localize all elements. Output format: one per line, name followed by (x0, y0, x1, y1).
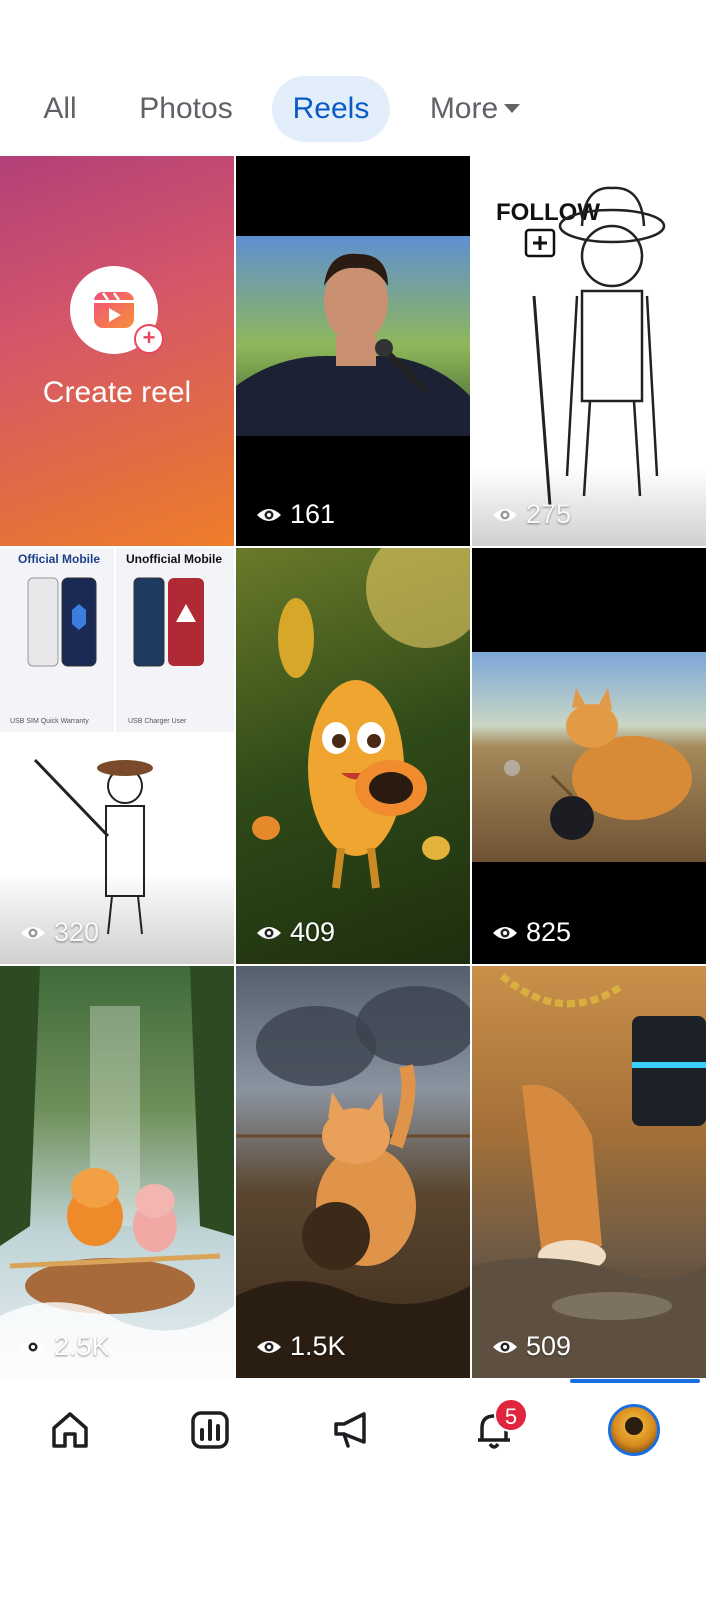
svg-text:USB SIM Quick Warranty: USB SIM Quick Warranty (10, 718, 89, 725)
reel-thumbnail[interactable]: Official Mobile Unofficial Mobile USB SI… (0, 548, 234, 964)
official-mobile-text: Official Mobile (18, 552, 100, 566)
reel-image (0, 966, 234, 1378)
view-count: 161 (256, 499, 335, 530)
eye-icon (257, 508, 281, 521)
add-icon: + (134, 324, 164, 354)
reel-thumbnail[interactable]: FOLLOW 275 (472, 156, 706, 546)
filter-tabs: All Photos Reels More (0, 76, 720, 142)
bottom-nav: 5 (0, 1380, 720, 1480)
create-reel-tile[interactable]: + Create reel (0, 156, 234, 546)
reel-image: FOLLOW (496, 186, 666, 507)
view-count-value: 509 (526, 1331, 572, 1361)
view-count-value: 1.5K (290, 1331, 346, 1361)
caret-down-icon (504, 103, 521, 113)
nav-insights[interactable] (180, 1400, 240, 1460)
reel-thumbnail[interactable]: 2.5K (0, 966, 234, 1378)
megaphone-icon (334, 1412, 366, 1448)
unofficial-mobile-text: Unofficial Mobile (126, 552, 222, 566)
reel-image (252, 548, 470, 889)
view-count-value: 161 (290, 499, 336, 529)
nav-profile[interactable] (604, 1400, 664, 1460)
view-count: 409 (256, 917, 335, 948)
svg-text:USB Charger User: USB Charger User (128, 718, 187, 725)
view-count-value: 2.5K (54, 1331, 110, 1361)
view-count: 1.5K (256, 1331, 346, 1362)
tab-photos-label: Photos (139, 92, 233, 125)
view-count: 509 (492, 1331, 571, 1362)
view-count-value: 825 (526, 917, 572, 947)
tab-reels[interactable]: Reels (272, 76, 390, 142)
eye-icon (493, 926, 517, 939)
view-count-value: 409 (290, 917, 336, 947)
reel-thumbnail[interactable]: 509 (472, 966, 706, 1378)
create-reel-label: Create reel (42, 376, 192, 409)
tab-more-label: More (429, 92, 499, 125)
profile-avatar (608, 1404, 660, 1456)
reel-image: Official Mobile Unofficial Mobile USB SI… (0, 548, 234, 935)
view-count-value: 275 (526, 499, 572, 529)
view-count: 275 (492, 499, 571, 530)
eye-icon (493, 508, 517, 521)
tab-more[interactable]: More (416, 76, 534, 142)
reel-image (236, 986, 470, 1378)
nav-promote[interactable] (322, 1400, 382, 1460)
tab-photos[interactable]: Photos (124, 76, 248, 142)
page: All Photos Reels More + Create reel 161 … (0, 0, 720, 1600)
reel-image (472, 652, 706, 862)
reel-thumbnail[interactable]: 161 (236, 156, 470, 546)
view-count: 320 (20, 917, 99, 948)
nav-home[interactable] (40, 1400, 100, 1460)
nav-notifications[interactable]: 5 (464, 1398, 528, 1460)
eye-icon (257, 1340, 281, 1353)
reel-thumbnail[interactable]: 1.5K (236, 966, 470, 1378)
reel-thumbnail[interactable]: 825 (472, 548, 706, 964)
reel-thumbnail[interactable]: 409 (236, 548, 470, 964)
eye-icon (21, 1340, 45, 1353)
notification-badge: 5 (494, 1398, 528, 1432)
reel-image (472, 973, 706, 1378)
eye-icon (21, 926, 45, 939)
reel-image (236, 236, 470, 436)
view-count-value: 320 (54, 917, 100, 947)
view-count: 2.5K (20, 1331, 110, 1362)
eye-icon (493, 1340, 517, 1353)
home-icon (52, 1412, 88, 1448)
view-count: 825 (492, 917, 571, 948)
tab-reels-label: Reels (292, 92, 370, 125)
tab-all-label: All (43, 92, 77, 125)
insights-icon (191, 1411, 229, 1449)
eye-icon (257, 926, 281, 939)
tab-all[interactable]: All (28, 76, 92, 142)
